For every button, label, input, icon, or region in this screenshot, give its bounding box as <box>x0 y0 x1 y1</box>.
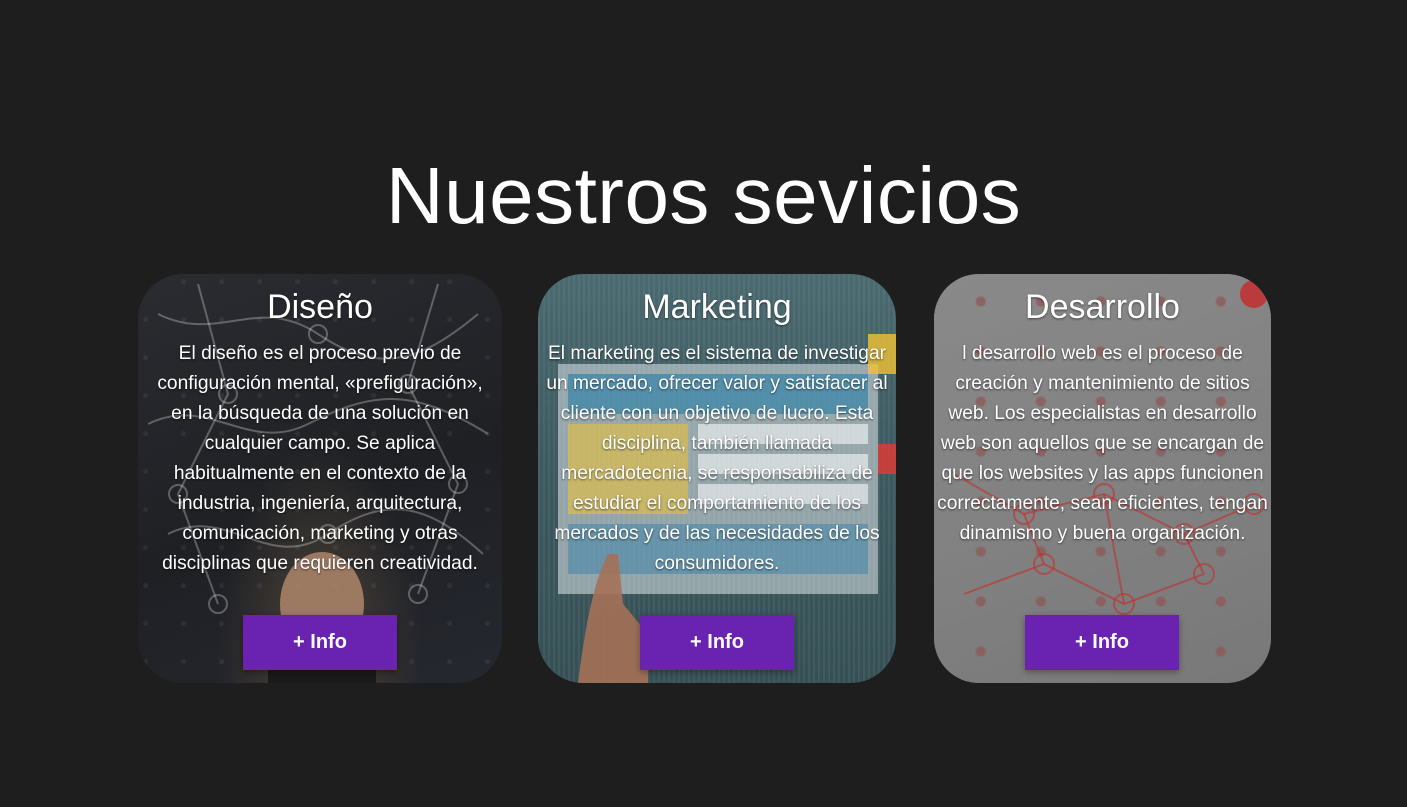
more-info-button[interactable]: + Info <box>640 615 794 670</box>
card-title: Diseño <box>267 288 373 326</box>
card-content: Desarrollo l desarrollo web es el proces… <box>934 274 1271 683</box>
card-title: Marketing <box>642 288 792 326</box>
service-card-desarrollo: Desarrollo l desarrollo web es el proces… <box>934 274 1271 683</box>
card-description: El marketing es el sistema de investigar… <box>546 343 888 574</box>
card-content: Marketing El marketing es el sistema de … <box>538 274 896 683</box>
service-card-diseno: Diseño El diseño es el proceso previo de… <box>138 274 502 683</box>
more-info-button[interactable]: + Info <box>1025 615 1179 670</box>
services-section: Nuestros sevicios Diseño El diseño es el… <box>0 0 1407 807</box>
card-content: Diseño El diseño es el proceso previo de… <box>138 274 502 683</box>
section-title: Nuestros sevicios <box>385 151 1022 240</box>
more-info-button[interactable]: + Info <box>243 615 397 670</box>
card-description: l desarrollo web es el proceso de creaci… <box>937 343 1268 544</box>
card-title: Desarrollo <box>1025 288 1180 326</box>
card-description: El diseño es el proceso previo de config… <box>157 343 483 574</box>
service-card-marketing: Marketing El marketing es el sistema de … <box>538 274 896 683</box>
